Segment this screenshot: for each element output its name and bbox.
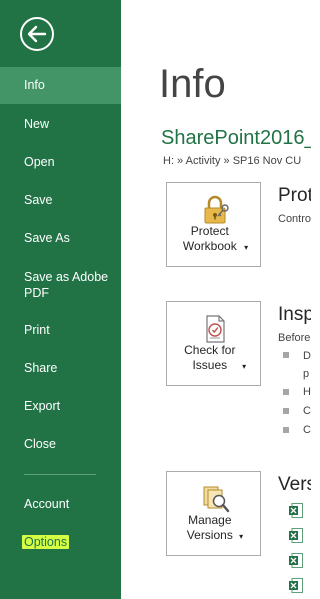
dropdown-caret-icon: ▾ (244, 243, 249, 252)
check-for-issues-label: Check for Issues ▾ (167, 343, 260, 374)
nav-info[interactable]: Info (0, 67, 121, 104)
nav-options-label: Options (22, 535, 70, 549)
excel-file-icon[interactable] (289, 578, 303, 593)
bullet-icon (283, 408, 289, 414)
protect-section-title: Prot (278, 185, 311, 206)
inspect-bullet-3: C (303, 405, 311, 417)
document-path[interactable]: H: » Activity » SP16 Nov CU (163, 155, 301, 167)
nav-save-as-adobe-pdf[interactable]: Save as Adobe PDF (0, 269, 121, 301)
excel-file-icon[interactable] (289, 553, 303, 568)
inspect-bullet-2: H (303, 386, 311, 398)
bullet-icon (283, 427, 289, 433)
back-arrow-icon[interactable] (19, 16, 55, 52)
nav-close[interactable]: Close (0, 437, 121, 452)
backstage-sidebar: Info New Open Save Save As Save as Adobe… (0, 0, 121, 599)
manage-versions-icon (203, 486, 230, 513)
inspect-document-icon (206, 315, 225, 343)
sidebar-divider (24, 474, 96, 475)
protect-workbook-text: Protect Workbook (182, 224, 237, 253)
nav-new[interactable]: New (0, 117, 121, 132)
inspect-bullet-4: C (303, 424, 311, 436)
versions-section-title: Vers (278, 474, 311, 495)
excel-file-icon[interactable] (289, 528, 303, 543)
check-for-issues-text: Check for Issues (184, 343, 236, 372)
page-title: Info (159, 62, 226, 106)
nav-save[interactable]: Save (0, 193, 121, 208)
nav-share[interactable]: Share (0, 361, 121, 376)
manage-versions-text: Manage Versions (186, 513, 233, 542)
nav-open[interactable]: Open (0, 155, 121, 170)
nav-export[interactable]: Export (0, 399, 121, 414)
nav-account[interactable]: Account (0, 497, 121, 512)
check-for-issues-button[interactable]: Check for Issues ▾ (166, 301, 261, 386)
bullet-icon (283, 389, 289, 395)
info-pane: Info SharePoint2016_ H: » Activity » SP1… (121, 0, 311, 599)
protect-workbook-label: Protect Workbook ▾ (167, 224, 260, 255)
protect-workbook-button[interactable]: Protect Workbook ▾ (166, 182, 261, 267)
inspect-section-title: Insp (278, 304, 311, 325)
nav-print[interactable]: Print (0, 323, 121, 338)
bullet-icon (283, 352, 289, 358)
inspect-section-text: Before (278, 332, 311, 344)
manage-versions-button[interactable]: Manage Versions ▾ (166, 471, 261, 556)
inspect-bullet-1: D (303, 350, 311, 362)
dropdown-caret-icon: ▾ (242, 362, 247, 371)
dropdown-caret-icon: ▾ (239, 532, 244, 541)
manage-versions-label: Manage Versions ▾ (167, 513, 260, 544)
protect-section-text: Contro (278, 213, 311, 225)
excel-file-icon[interactable] (289, 503, 303, 518)
nav-save-as[interactable]: Save As (0, 231, 121, 246)
inspect-bullet-1-cont: p (303, 368, 310, 380)
nav-options[interactable]: Options (0, 535, 121, 550)
lock-key-icon (204, 195, 229, 224)
document-title: SharePoint2016_ (161, 127, 311, 149)
